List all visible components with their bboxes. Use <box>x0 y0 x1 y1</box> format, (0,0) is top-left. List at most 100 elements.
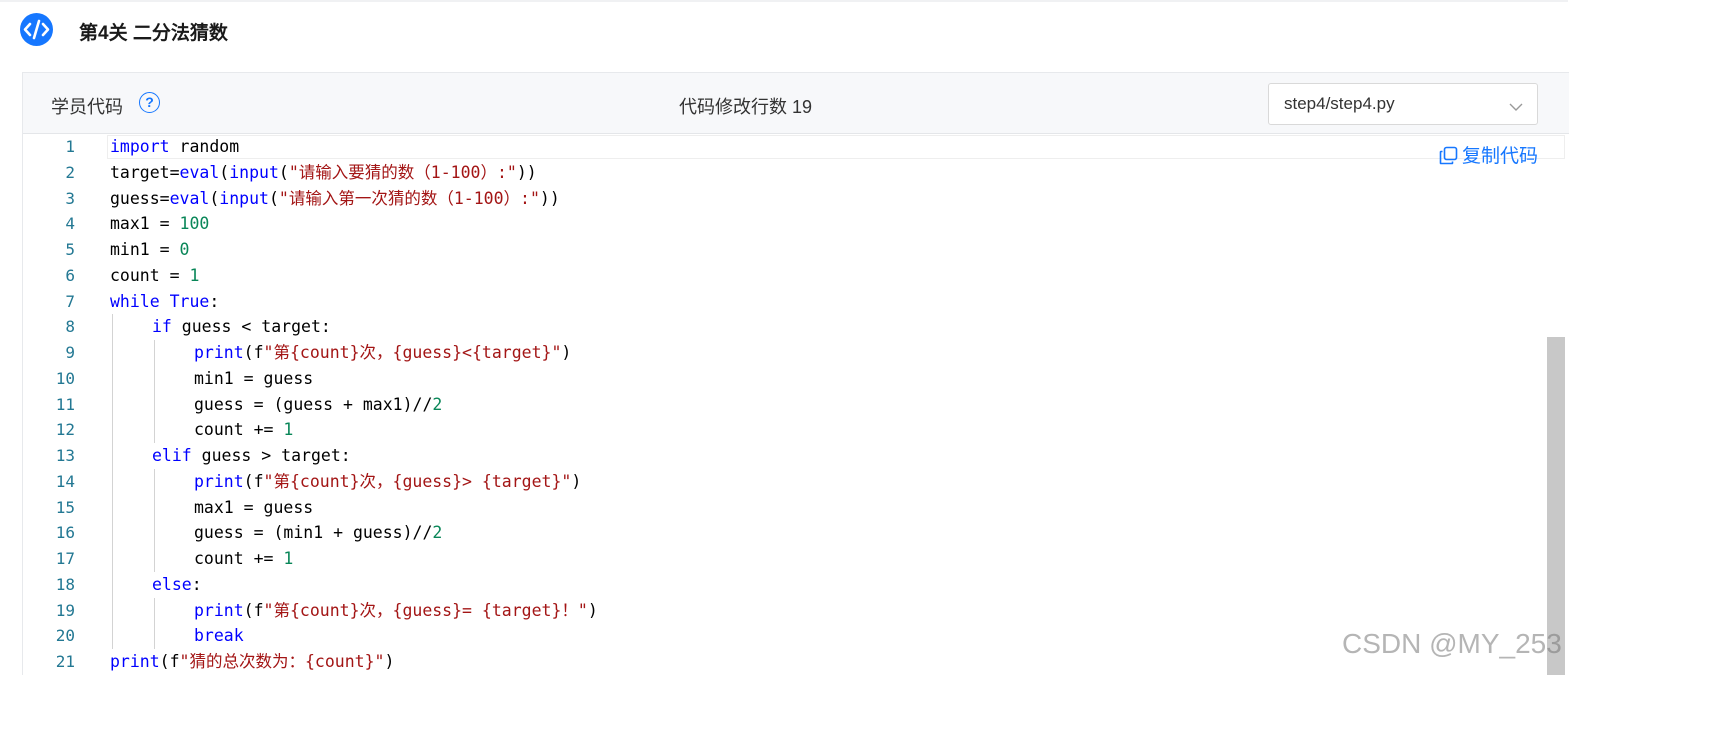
code-panel-header: 学员代码 ? 代码修改行数 19 step4/step4.py <box>23 73 1569 134</box>
code-editor[interactable]: 1 2 3 4 5 6 7 8 9 10 11 12 13 14 15 16 17 18 19 20 21 import … <box>23 134 1569 675</box>
code-token: target= <box>110 162 180 182</box>
code-token: print <box>194 471 244 491</box>
file-select-value: step4/step4.py <box>1284 94 1395 113</box>
line-number: 11 <box>55 394 75 414</box>
code-token: input <box>219 188 269 208</box>
code-token: print <box>110 652 160 671</box>
code-token: break <box>194 626 244 646</box>
code-token: "请输入第一次猜的数（1-100）:" <box>278 188 540 208</box>
help-circle-icon[interactable]: ? <box>139 92 160 113</box>
line-number: 10 <box>55 368 75 388</box>
code-token: "第{count}次，{guess}<{target}" <box>263 343 562 362</box>
code-line: import random <box>110 134 239 160</box>
code-token: min1 = <box>110 240 180 259</box>
top-divider <box>0 0 1568 2</box>
code-token: guess = (guess + max1)// <box>194 394 433 414</box>
code-line: print(f"第{count}次，{guess}= {target}！") <box>194 598 598 624</box>
copy-icon <box>1439 146 1462 167</box>
code-line: min1 = 0 <box>110 237 189 263</box>
code-token: import <box>110 137 170 156</box>
code-token: (f <box>243 600 264 620</box>
code-token: (f <box>243 471 264 491</box>
code-token: ) <box>384 652 395 671</box>
line-number: 13 <box>55 446 75 465</box>
code-token: )) <box>516 162 537 182</box>
code-token: max1 = guess <box>194 497 314 517</box>
code-line: while True: <box>110 289 219 315</box>
code-token: ) <box>571 471 582 491</box>
code-token: 2 <box>432 394 443 414</box>
code-line: max1 = 100 <box>110 211 209 237</box>
code-token: ( <box>209 188 220 208</box>
code-token: ( <box>268 188 279 208</box>
code-token: 100 <box>179 214 210 234</box>
indent-guide <box>112 314 113 649</box>
code-token: True <box>169 291 210 311</box>
line-number: 3 <box>65 188 75 208</box>
watermark: CSDN @MY_253 <box>1342 628 1562 659</box>
code-line: print(f"第{count}次，{guess}> {target}") <box>194 469 581 495</box>
code-token: elif <box>152 446 192 465</box>
code-token: while <box>110 291 160 311</box>
indent-guide <box>154 597 155 649</box>
indent-guide <box>154 468 155 572</box>
code-token: print <box>194 600 244 620</box>
code-token: print <box>194 343 244 362</box>
line-number: 7 <box>65 291 75 311</box>
line-number: 14 <box>55 471 75 491</box>
code-line: print(f"第{count}次，{guess}<{target}") <box>194 340 571 366</box>
line-number: 9 <box>65 343 75 362</box>
line-number: 18 <box>55 574 75 594</box>
copy-code-button[interactable]: 复制代码 <box>1439 141 1539 167</box>
chevron-down-icon <box>1509 99 1523 117</box>
code-token: ( <box>219 162 230 182</box>
code-line: if guess < target: <box>152 314 331 340</box>
code-token: else <box>152 574 192 594</box>
code-token: "第{count}次，{guess}> {target}" <box>263 471 572 491</box>
code-line: target=eval(input("请输入要猜的数（1-100）:")) <box>110 160 537 186</box>
code-token: max1 = <box>110 214 180 234</box>
line-number: 20 <box>55 626 75 646</box>
code-token: )) <box>539 188 560 208</box>
page-title: 第4关 二分法猜数 <box>79 23 228 44</box>
line-number: 8 <box>65 317 75 337</box>
copy-code-label: 复制代码 <box>1462 146 1539 167</box>
code-token: count = <box>110 265 190 285</box>
code-token: guess= <box>110 188 170 208</box>
code-token: min1 = guess <box>194 368 314 388</box>
code-token: random <box>169 137 240 156</box>
code-token: ) <box>587 600 598 620</box>
code-token: eval <box>179 162 220 182</box>
line-number: 4 <box>65 214 75 234</box>
code-panel: 学员代码 ? 代码修改行数 19 step4/step4.py 12345678… <box>22 72 1569 675</box>
code-token: : <box>191 574 202 594</box>
line-number: 12 <box>55 420 75 440</box>
line-number: 21 <box>55 652 75 671</box>
code-token: ( <box>278 162 289 182</box>
code-line: else: <box>152 572 202 598</box>
code-token: guess = (min1 + guess)// <box>194 523 433 543</box>
code-line: count = 1 <box>110 263 199 289</box>
code-token: ) <box>561 343 572 362</box>
code-line: elif guess > target: <box>152 443 351 469</box>
code-line: guess=eval(input("请输入第一次猜的数（1-100）:")) <box>110 186 560 212</box>
code-line: guess = (min1 + guess)//2 <box>194 520 442 546</box>
indent-guide <box>154 340 155 443</box>
code-line: print(f"猜的总次数为：{count}") <box>110 649 394 675</box>
code-token: guess < target: <box>171 317 331 337</box>
line-number: 2 <box>65 162 75 182</box>
line-number: 1 <box>65 137 75 156</box>
code-line: count += 1 <box>194 546 293 572</box>
code-token: (f <box>159 652 180 671</box>
file-select[interactable]: step4/step4.py <box>1268 83 1538 125</box>
vertical-scrollbar[interactable] <box>1547 337 1565 675</box>
active-line-highlight <box>107 135 1565 159</box>
code-token: : <box>209 291 220 311</box>
code-token: "猜的总次数为：{count}" <box>179 652 385 671</box>
code-token: 1 <box>189 265 200 285</box>
code-token: "第{count}次，{guess}= {target}！" <box>263 600 588 620</box>
lines-changed-count: 代码修改行数 19 <box>679 97 813 117</box>
line-number: 6 <box>65 265 75 285</box>
code-token: (f <box>243 343 264 362</box>
